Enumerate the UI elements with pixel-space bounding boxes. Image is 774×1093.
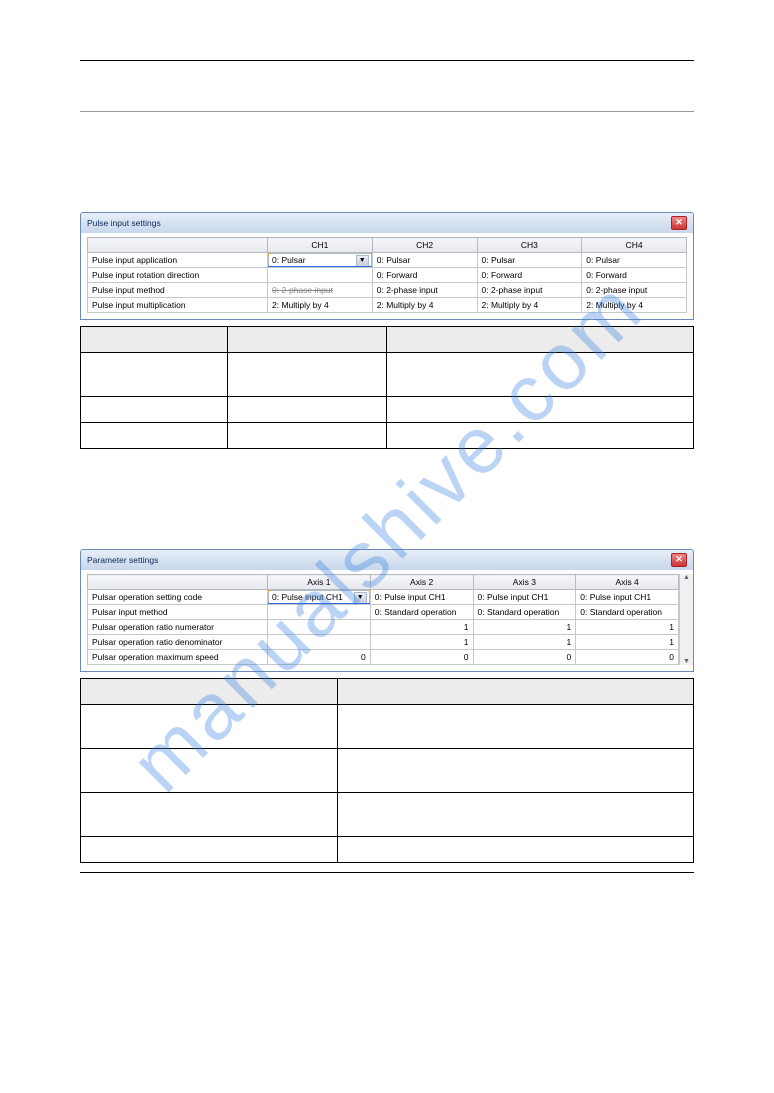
cell[interactable]: 0: Standard operation (473, 605, 576, 620)
header-row: CH1 CH2 CH3 CH4 (88, 238, 687, 253)
cell[interactable]: 2: Multiply by 4 (477, 298, 582, 313)
table-row (81, 679, 694, 705)
scroll-down-icon[interactable]: ▼ (683, 658, 690, 665)
footer-rule (80, 872, 694, 873)
corner-cell (88, 575, 268, 590)
description-table-1 (80, 326, 694, 449)
cell[interactable]: 0: Pulsar (372, 253, 477, 268)
cell-obscured[interactable]: 0: 2-phase input (268, 283, 373, 298)
cell[interactable]: 0 (370, 650, 473, 665)
row-input-method: Pulsar input method 0: Standard operatio… (88, 605, 679, 620)
cell[interactable]: 0: Pulse input CH1 (370, 590, 473, 605)
cell-obscured[interactable] (268, 635, 371, 650)
panel-titlebar: Parameter settings ✕ (81, 550, 693, 570)
table-row (81, 793, 694, 837)
description-table-2 (80, 678, 694, 863)
row-label: Pulsar operation ratio numerator (88, 620, 268, 635)
cell[interactable]: 1 (576, 635, 679, 650)
col-axis3: Axis 3 (473, 575, 576, 590)
top-rule (80, 60, 694, 61)
table-row (81, 327, 694, 353)
table-row (81, 749, 694, 793)
row-label: Pulsar input method (88, 605, 268, 620)
col-ch4: CH4 (582, 238, 687, 253)
cell[interactable]: 1 (370, 635, 473, 650)
cell[interactable]: 2: Multiply by 4 (268, 298, 373, 313)
cell[interactable]: 0: Pulse input CH1 (473, 590, 576, 605)
col-axis4: Axis 4 (576, 575, 679, 590)
panel-titlebar: Pulse input settings ✕ (81, 213, 693, 233)
parameter-settings-panel: Parameter settings ✕ Axis 1 Axis 2 Axis … (80, 549, 694, 672)
scroll-up-icon[interactable]: ▲ (683, 574, 690, 581)
col-axis2: Axis 2 (370, 575, 473, 590)
pulse-input-grid: CH1 CH2 CH3 CH4 Pulse input application … (87, 237, 687, 313)
header-row: Axis 1 Axis 2 Axis 3 Axis 4 (88, 575, 679, 590)
cell[interactable]: 2: Multiply by 4 (372, 298, 477, 313)
cell[interactable]: 1 (370, 620, 473, 635)
setting-code-dropdown[interactable]: 0: Pulse input CH1 (268, 590, 370, 604)
parameter-grid: Axis 1 Axis 2 Axis 3 Axis 4 Pulsar opera… (87, 574, 679, 665)
application-dropdown-list[interactable]: 0: Pulsar 2: High-speed counter (268, 266, 372, 268)
cell[interactable]: 0: Forward (477, 268, 582, 283)
separator-rule (80, 111, 694, 112)
cell[interactable]: 0 (473, 650, 576, 665)
row-label: Pulsar operation ratio denominator (88, 635, 268, 650)
panel-title: Parameter settings (87, 555, 158, 565)
dropdown-option[interactable]: 0: Pulse input CH1 (269, 604, 369, 605)
col-ch2: CH2 (372, 238, 477, 253)
cell[interactable]: 0 (268, 650, 371, 665)
row-label: Pulse input application (88, 253, 268, 268)
row-operation-setting-code: Pulsar operation setting code 0: Pulse i… (88, 590, 679, 605)
table-row (81, 423, 694, 449)
cell[interactable]: 0: 2-phase input (477, 283, 582, 298)
cell[interactable]: 0: Standard operation (576, 605, 679, 620)
table-row (81, 837, 694, 863)
col-ch1: CH1 (268, 238, 373, 253)
row-rotation-direction: Pulse input rotation direction 0: Forwar… (88, 268, 687, 283)
cell-obscured[interactable] (268, 620, 371, 635)
application-dropdown[interactable]: 0: Pulsar (268, 253, 372, 267)
cell[interactable]: 0: Pulsar (477, 253, 582, 268)
cell[interactable]: 0: Standard operation (370, 605, 473, 620)
vertical-scrollbar[interactable]: ▲ ▼ (679, 574, 693, 665)
row-label: Pulse input method (88, 283, 268, 298)
pulse-input-settings-panel: Pulse input settings ✕ CH1 CH2 CH3 CH4 P (80, 212, 694, 320)
row-label: Pulse input multiplication (88, 298, 268, 313)
setting-code-dropdown-list[interactable]: 0: Pulse input CH1 1: Pulse input CH2 2:… (268, 603, 370, 605)
dropdown-option[interactable]: 0: Pulsar (269, 267, 371, 268)
cell-axis1-setting-code[interactable]: 0: Pulse input CH1 0: Pulse input CH1 1:… (268, 590, 371, 605)
close-button[interactable]: ✕ (671, 216, 687, 230)
cell-obscured[interactable] (268, 268, 373, 283)
cell[interactable]: 0: Forward (582, 268, 687, 283)
cell-ch1-application[interactable]: 0: Pulsar 0: Pulsar 2: High-speed counte… (268, 253, 373, 268)
cell[interactable]: 0 (576, 650, 679, 665)
row-label: Pulsar operation maximum speed (88, 650, 268, 665)
col-axis1: Axis 1 (268, 575, 371, 590)
cell[interactable]: 2: Multiply by 4 (582, 298, 687, 313)
cell-obscured[interactable] (268, 605, 371, 620)
cell[interactable]: 1 (473, 635, 576, 650)
corner-cell (88, 238, 268, 253)
cell[interactable]: 0: Pulse input CH1 (576, 590, 679, 605)
cell[interactable]: 1 (473, 620, 576, 635)
row-pulse-input-application: Pulse input application 0: Pulsar 0: Pul… (88, 253, 687, 268)
cell[interactable]: 0: Pulsar (582, 253, 687, 268)
cell[interactable]: 0: 2-phase input (372, 283, 477, 298)
cell[interactable]: 0: 2-phase input (582, 283, 687, 298)
col-ch3: CH3 (477, 238, 582, 253)
close-button[interactable]: ✕ (671, 553, 687, 567)
table-row (81, 397, 694, 423)
table-row (81, 705, 694, 749)
row-input-method: Pulse input method 0: 2-phase input 0: 2… (88, 283, 687, 298)
cell[interactable]: 1 (576, 620, 679, 635)
row-maximum-speed: Pulsar operation maximum speed 0 0 0 0 (88, 650, 679, 665)
row-multiplication: Pulse input multiplication 2: Multiply b… (88, 298, 687, 313)
row-label: Pulse input rotation direction (88, 268, 268, 283)
row-ratio-denominator: Pulsar operation ratio denominator 1 1 1 (88, 635, 679, 650)
row-label: Pulsar operation setting code (88, 590, 268, 605)
row-ratio-numerator: Pulsar operation ratio numerator 1 1 1 (88, 620, 679, 635)
table-row (81, 353, 694, 397)
panel-title: Pulse input settings (87, 218, 161, 228)
cell[interactable]: 0: Forward (372, 268, 477, 283)
